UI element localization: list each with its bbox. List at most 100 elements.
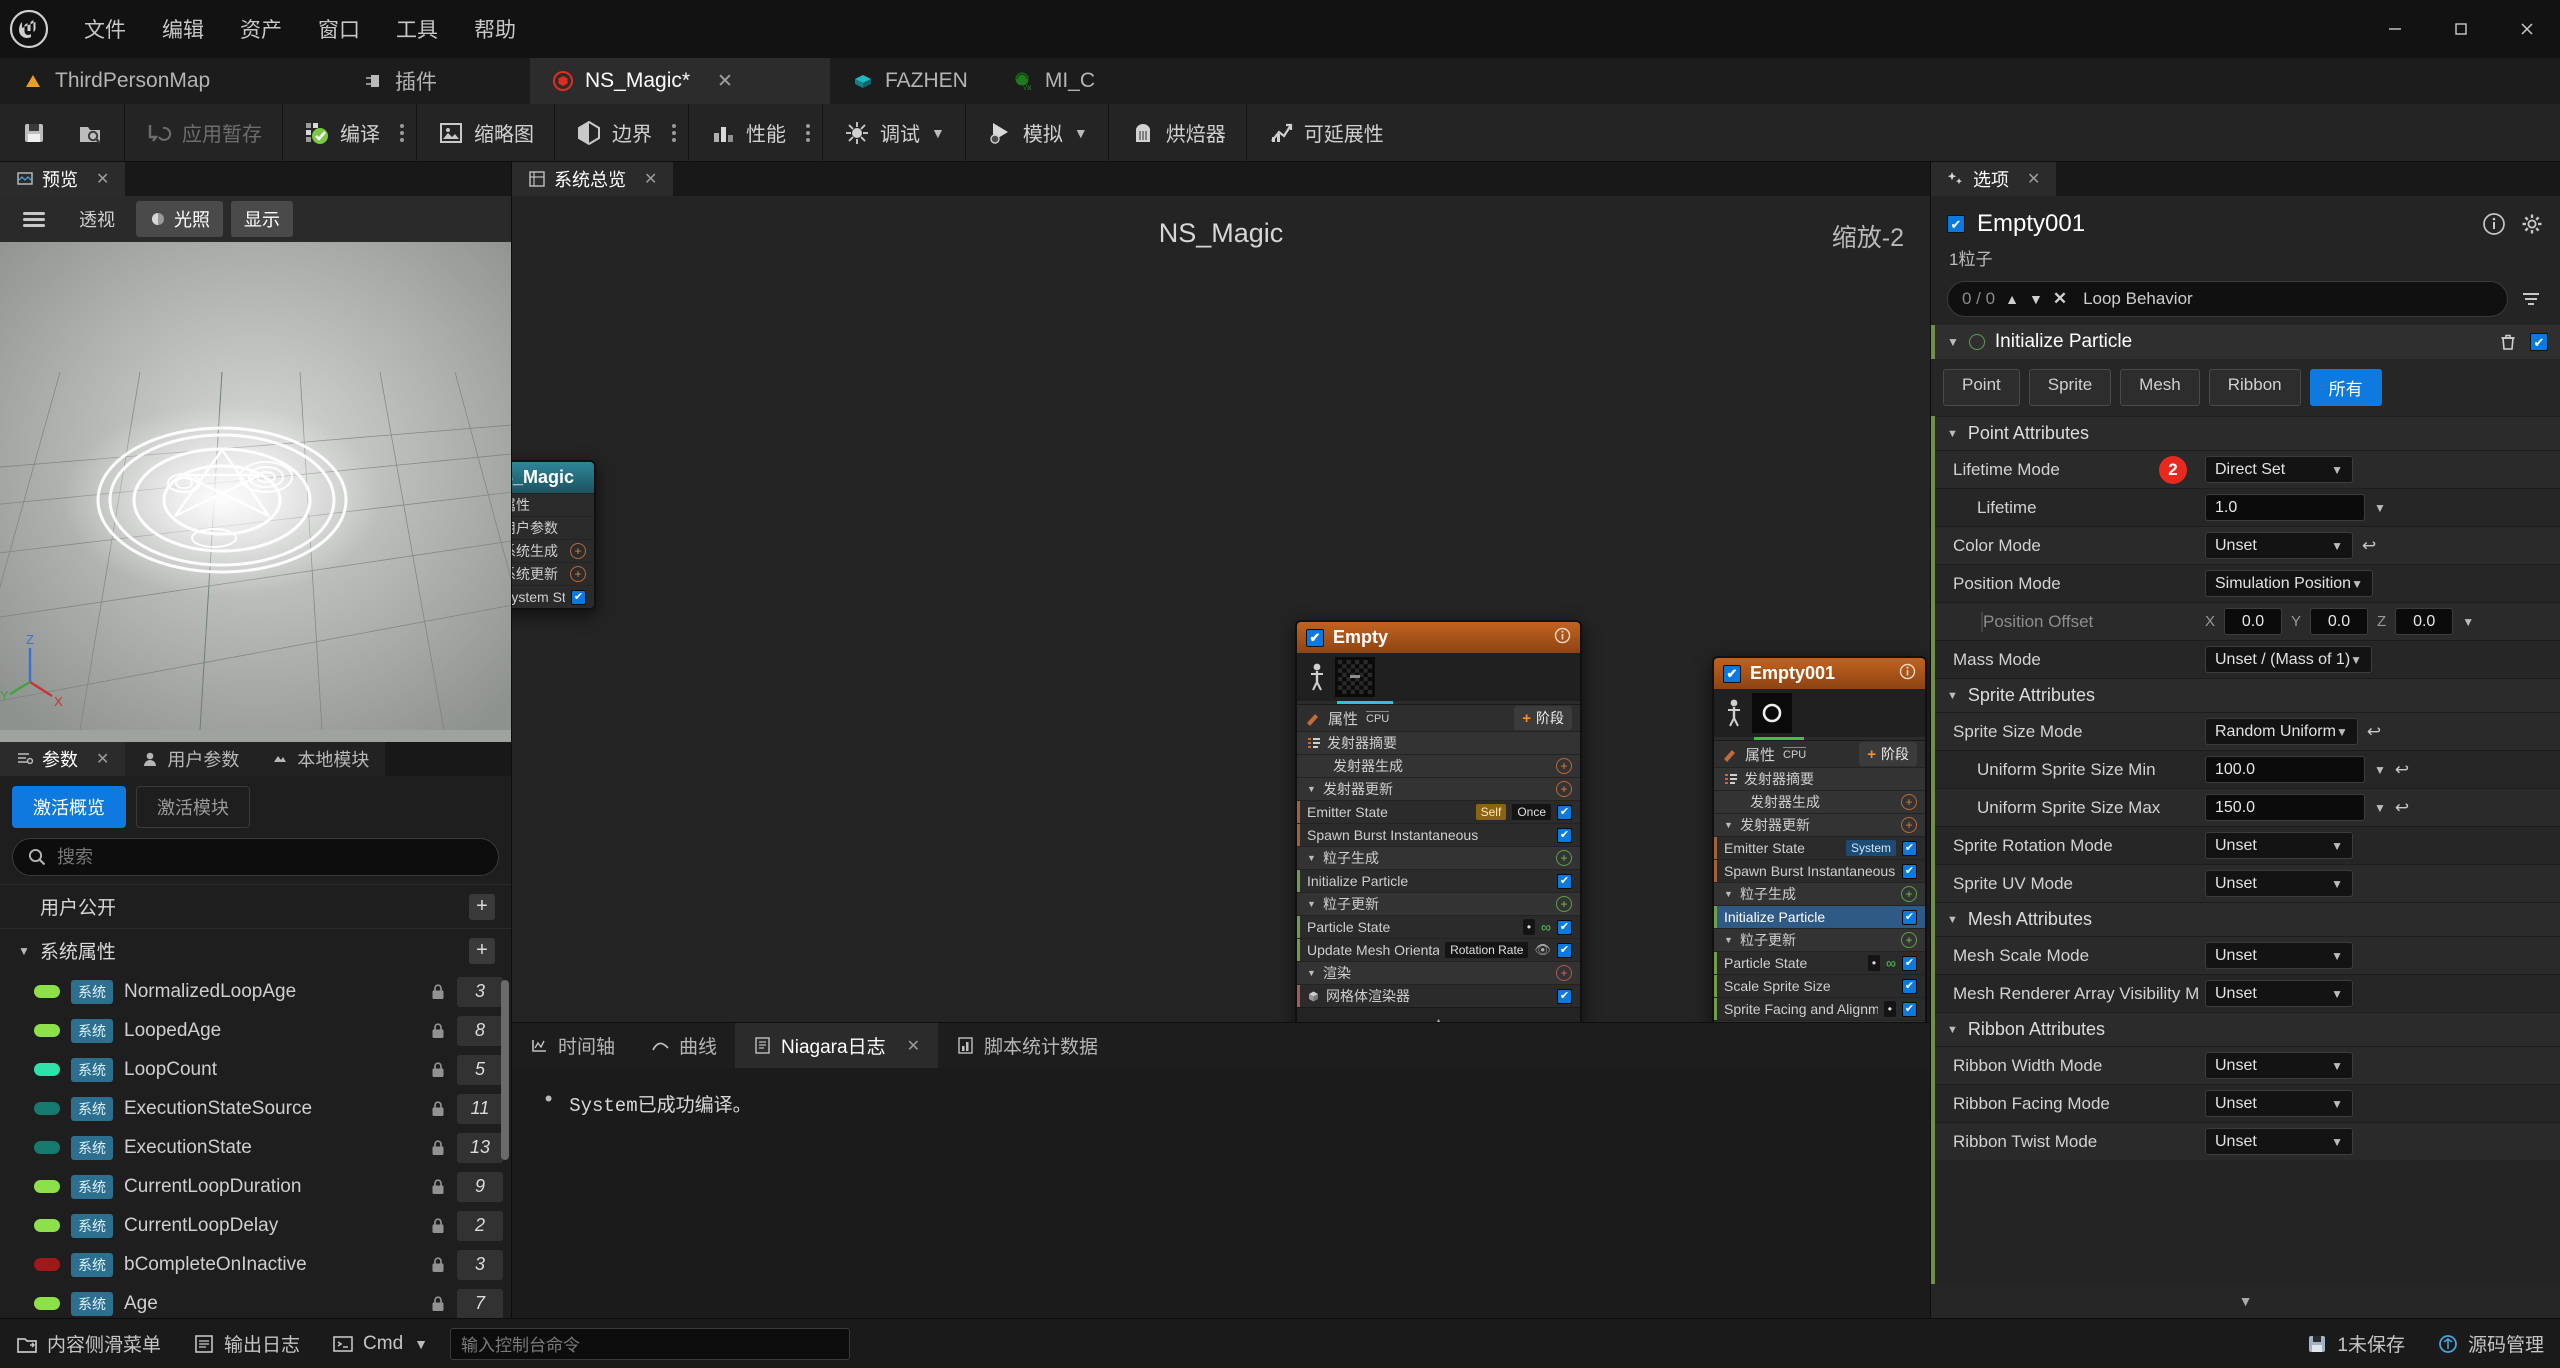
module-filter-chip-mesh[interactable]: Mesh (2120, 369, 2200, 406)
module-enabled-checkbox[interactable] (1557, 919, 1572, 935)
add-module-icon[interactable]: + (1556, 758, 1572, 774)
bounds-button[interactable]: 边界 (561, 110, 666, 156)
system-overview-graph[interactable]: NS_Magic 缩放-2 系统 S_Magic属性用户参数系统生成+系统更新+… (512, 196, 1930, 1022)
baker-button[interactable]: 烘焙器 (1115, 110, 1240, 156)
stack-module-row[interactable]: Spawn Burst Instantaneous (1297, 823, 1580, 846)
details-property-row[interactable]: Position Offset X 0.0 Y 0.0 Z 0.0 ▼ (1935, 602, 2560, 640)
property-number-field[interactable]: 1.0 (2205, 494, 2365, 521)
stack-module-row[interactable]: Particle State • ∞ (1714, 951, 1925, 974)
property-number-field[interactable]: 100.0 (2205, 756, 2365, 783)
info-icon[interactable] (2482, 212, 2506, 236)
module-header[interactable]: ▼ Initialize Particle (1931, 325, 2560, 359)
property-y-field[interactable]: 0.0 (2310, 608, 2369, 635)
chevron-down-icon[interactable]: ▼ (1307, 784, 1317, 794)
search-prev-icon[interactable]: ▲ (2005, 291, 2019, 307)
property-number-field[interactable]: 150.0 (2205, 794, 2365, 821)
details-property-row[interactable]: Lifetime 1.0 ▼ (1935, 488, 2560, 526)
details-property-row[interactable]: Sprite UV Mode Unset ▼ (1935, 864, 2560, 902)
emitter-node-checkbox[interactable] (1723, 664, 1741, 683)
menu-item-edit[interactable]: 编辑 (146, 8, 220, 50)
color-swatch[interactable] (1981, 611, 1983, 632)
stack-group-row[interactable]: ▼ 粒子生成 + (1714, 882, 1925, 905)
chevron-down-icon[interactable]: ▼ (1724, 820, 1734, 830)
unreal-logo-icon[interactable] (0, 0, 58, 58)
chevron-down-icon[interactable]: ▼ (2331, 839, 2343, 853)
chevron-down-icon[interactable]: ▼ (2374, 801, 2386, 815)
stack-group-row[interactable]: ▼ 发射器更新 + (1297, 777, 1580, 800)
property-dropdown[interactable]: Unset ▼ (2205, 1090, 2353, 1117)
tab-fazhen[interactable]: FAZHEN (830, 58, 990, 104)
system-node-row[interactable]: 系统生成 + (512, 539, 594, 562)
system-node-header[interactable]: S_Magic (512, 462, 594, 493)
tab-timeline[interactable]: 时间轴 (512, 1023, 633, 1068)
content-drawer-button[interactable]: 内容侧滑菜单 (0, 1319, 177, 1368)
module-enabled-checkbox[interactable] (2530, 333, 2548, 351)
chevron-down-icon[interactable]: ▼ (1307, 853, 1317, 863)
chevron-down-icon[interactable]: ▼ (1724, 889, 1734, 899)
stack-group-row[interactable]: 发射器生成 + (1297, 754, 1580, 777)
module-enabled-checkbox[interactable] (1902, 863, 1917, 879)
output-log-button[interactable]: 输出日志 (177, 1319, 316, 1368)
chevron-down-icon[interactable]: ▼ (2331, 987, 2343, 1001)
module-enabled-checkbox[interactable] (1902, 840, 1917, 856)
chevron-down-icon[interactable]: ▼ (2350, 653, 2362, 667)
property-z-field[interactable]: 0.0 (2395, 608, 2454, 635)
details-property-row[interactable]: Uniform Sprite Size Min 100.0 ▼ ↩ (1935, 750, 2560, 788)
chevron-down-icon[interactable]: ▼ (1947, 1024, 1958, 1036)
stack-group-row[interactable]: ▼ 粒子生成 + (1297, 846, 1580, 869)
emitter-attributes-row[interactable]: 属性 CPU + 阶段 (1297, 704, 1580, 731)
add-module-icon[interactable]: + (1901, 886, 1917, 902)
eye-icon[interactable]: 👁 (1534, 942, 1551, 958)
add-module-icon[interactable]: + (1556, 896, 1572, 912)
details-property-row[interactable]: Sprite Rotation Mode Unset ▼ (1935, 826, 2560, 864)
property-dropdown[interactable]: Simulation Position ▼ (2205, 570, 2373, 597)
details-property-row[interactable]: Color Mode Unset ▼ ↩ (1935, 526, 2560, 564)
parameter-row[interactable]: 系统 CurrentLoopDuration 9 (0, 1167, 511, 1206)
details-property-row[interactable]: Ribbon Facing Mode Unset ▼ (1935, 1084, 2560, 1122)
property-dropdown[interactable]: Unset ▼ (2205, 980, 2353, 1007)
reset-to-default-icon[interactable]: ↩ (2395, 760, 2409, 780)
apply-pending-button[interactable]: 应用暂存 (131, 110, 276, 156)
chevron-down-icon[interactable]: ▼ (2331, 463, 2343, 477)
system-node-row[interactable]: 用户参数 (512, 516, 594, 539)
details-property-row[interactable]: Mass Mode Unset / (Mass of 1) ▼ (1935, 640, 2560, 678)
emitter-node-empty[interactable]: Empty 属性 CPU +阶段发射器摘要发射器生成 + ▼ 发射器更新 + Emitter S… (1295, 620, 1582, 1022)
tab-ns-magic[interactable]: NS_Magic* ✕ (530, 58, 830, 104)
emitter-node-header[interactable]: Empty001 (1714, 658, 1925, 689)
chevron-down-icon[interactable]: ▼ (2331, 1059, 2343, 1073)
chevron-down-icon[interactable]: ▼ (2374, 763, 2386, 777)
property-x-field[interactable]: 0.0 (2224, 608, 2283, 635)
module-enabled-checkbox[interactable] (1902, 1001, 1917, 1017)
tab-niagara-log-close-icon[interactable]: ✕ (907, 1036, 920, 1056)
system-node-row[interactable]: System State (512, 585, 594, 608)
stack-module-row[interactable]: Emitter State Self Once (1297, 800, 1580, 823)
add-module-icon[interactable]: + (570, 543, 586, 559)
module-enabled-checkbox[interactable] (1557, 988, 1572, 1004)
reset-to-default-icon[interactable]: ↩ (2395, 798, 2409, 818)
chevron-down-icon[interactable]: ▼ (2331, 539, 2343, 553)
chevron-down-icon[interactable]: ▼ (1947, 914, 1958, 926)
reset-to-default-icon[interactable]: ↩ (2367, 722, 2381, 742)
menu-item-help[interactable]: 帮助 (458, 8, 532, 50)
parameter-value[interactable]: 2 (457, 1210, 503, 1241)
details-scroll-down-icon[interactable]: ▼ (1931, 1284, 2560, 1318)
add-module-icon[interactable]: + (1556, 781, 1572, 797)
parameter-value[interactable]: 8 (457, 1015, 503, 1046)
compile-options-button[interactable] (394, 123, 410, 142)
chevron-down-icon[interactable]: ▼ (1724, 935, 1734, 945)
stack-group-row[interactable]: ▼渲染+ (1714, 1020, 1925, 1022)
parameter-row[interactable]: 系统 ExecutionState 13 (0, 1128, 511, 1167)
details-section-header[interactable]: ▼ Sprite Attributes (1935, 678, 2560, 712)
tab-selection-options[interactable]: 选项 ✕ (1931, 162, 2057, 196)
parameter-value[interactable]: 9 (457, 1171, 503, 1202)
parameter-list-scrollbar[interactable] (501, 980, 509, 1160)
tab-close-icon[interactable]: ✕ (717, 70, 733, 93)
emitter-summary-row[interactable]: 发射器摘要 (1714, 767, 1925, 790)
chevron-down-icon[interactable]: ▼ (1947, 690, 1958, 702)
parameter-value[interactable]: 11 (457, 1093, 503, 1124)
details-property-row[interactable]: Uniform Sprite Size Max 150.0 ▼ ↩ (1935, 788, 2560, 826)
add-module-icon[interactable]: + (1901, 932, 1917, 948)
niagara-log-output[interactable]: • System已成功编译。 (512, 1068, 1930, 1318)
minimize-button[interactable] (2362, 0, 2428, 58)
chevron-down-icon[interactable]: ▼ (2331, 949, 2343, 963)
